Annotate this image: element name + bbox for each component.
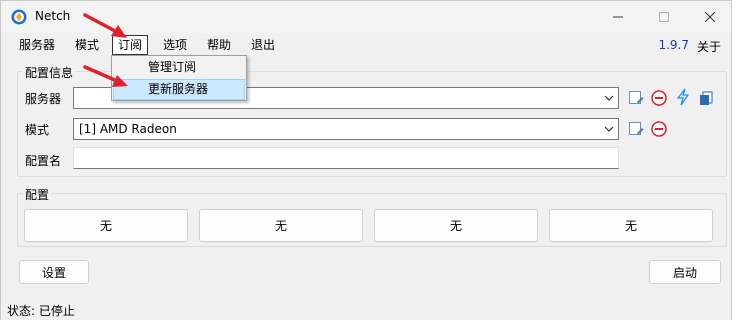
mode-label: 模式 [25, 123, 50, 137]
maximize-icon [659, 12, 669, 22]
config-info-title: 配置信息 [23, 64, 76, 81]
minimize-icon [613, 16, 623, 18]
profile-name-label: 配置名 [25, 154, 62, 168]
speedtest-icon [676, 88, 690, 106]
delete-mode-button[interactable] [650, 120, 668, 138]
profiles-title: 配置 [23, 186, 52, 203]
start-button[interactable]: 启动 [649, 260, 721, 284]
edit-icon [629, 91, 644, 104]
menu-exit[interactable]: 退出 [246, 35, 280, 55]
delete-icon [651, 121, 667, 137]
settings-button[interactable]: 设置 [19, 260, 89, 284]
chevron-down-icon [604, 126, 614, 132]
netch-window: Netch 服务器 模式 订阅 选项 帮助 退出 1.9.7 关于 配置信息 服… [0, 0, 732, 320]
delete-icon [651, 90, 667, 106]
profile-button-2[interactable]: 无 [199, 209, 363, 242]
mode-combobox[interactable]: [1] AMD Radeon [73, 118, 619, 140]
edit-icon [629, 122, 644, 135]
speedtest-button[interactable] [674, 88, 692, 106]
profile-button-1[interactable]: 无 [24, 209, 188, 242]
chevron-down-icon [604, 95, 614, 101]
edit-mode-button[interactable] [627, 120, 645, 138]
close-button[interactable] [687, 1, 732, 33]
menu-subscription[interactable]: 订阅 [112, 35, 149, 55]
server-label: 服务器 [25, 92, 62, 106]
title-bar: Netch [1, 1, 731, 33]
window-title: Netch [35, 9, 71, 23]
profile-button-4[interactable]: 无 [549, 209, 713, 242]
edit-server-button[interactable] [627, 89, 645, 107]
menu-bar: 服务器 模式 订阅 选项 帮助 退出 1.9.7 关于 [1, 33, 731, 57]
netch-app-icon [11, 9, 27, 25]
manage-subscriptions-item[interactable]: 管理订阅 [113, 57, 245, 78]
status-text: 状态: 已停止 [7, 304, 75, 318]
about-menu[interactable]: 关于 [697, 38, 721, 55]
copy-link-button[interactable] [697, 89, 715, 107]
subscription-dropdown: 管理订阅 更新服务器 [111, 55, 247, 101]
minimize-button[interactable] [595, 1, 641, 33]
menu-server[interactable]: 服务器 [14, 35, 60, 55]
mode-value: [1] AMD Radeon [79, 122, 177, 136]
profile-button-3[interactable]: 无 [374, 209, 538, 242]
delete-server-button[interactable] [650, 89, 668, 107]
copy-icon [700, 91, 713, 105]
update-servers-item[interactable]: 更新服务器 [113, 79, 245, 100]
close-icon [705, 12, 715, 22]
menu-options[interactable]: 选项 [158, 35, 192, 55]
menu-help[interactable]: 帮助 [202, 35, 236, 55]
version-link[interactable]: 1.9.7 [658, 38, 689, 52]
maximize-button[interactable] [641, 1, 687, 33]
profile-name-input[interactable] [73, 147, 619, 169]
menu-mode[interactable]: 模式 [70, 35, 104, 55]
status-bar: 状态: 已停止 [1, 299, 731, 320]
